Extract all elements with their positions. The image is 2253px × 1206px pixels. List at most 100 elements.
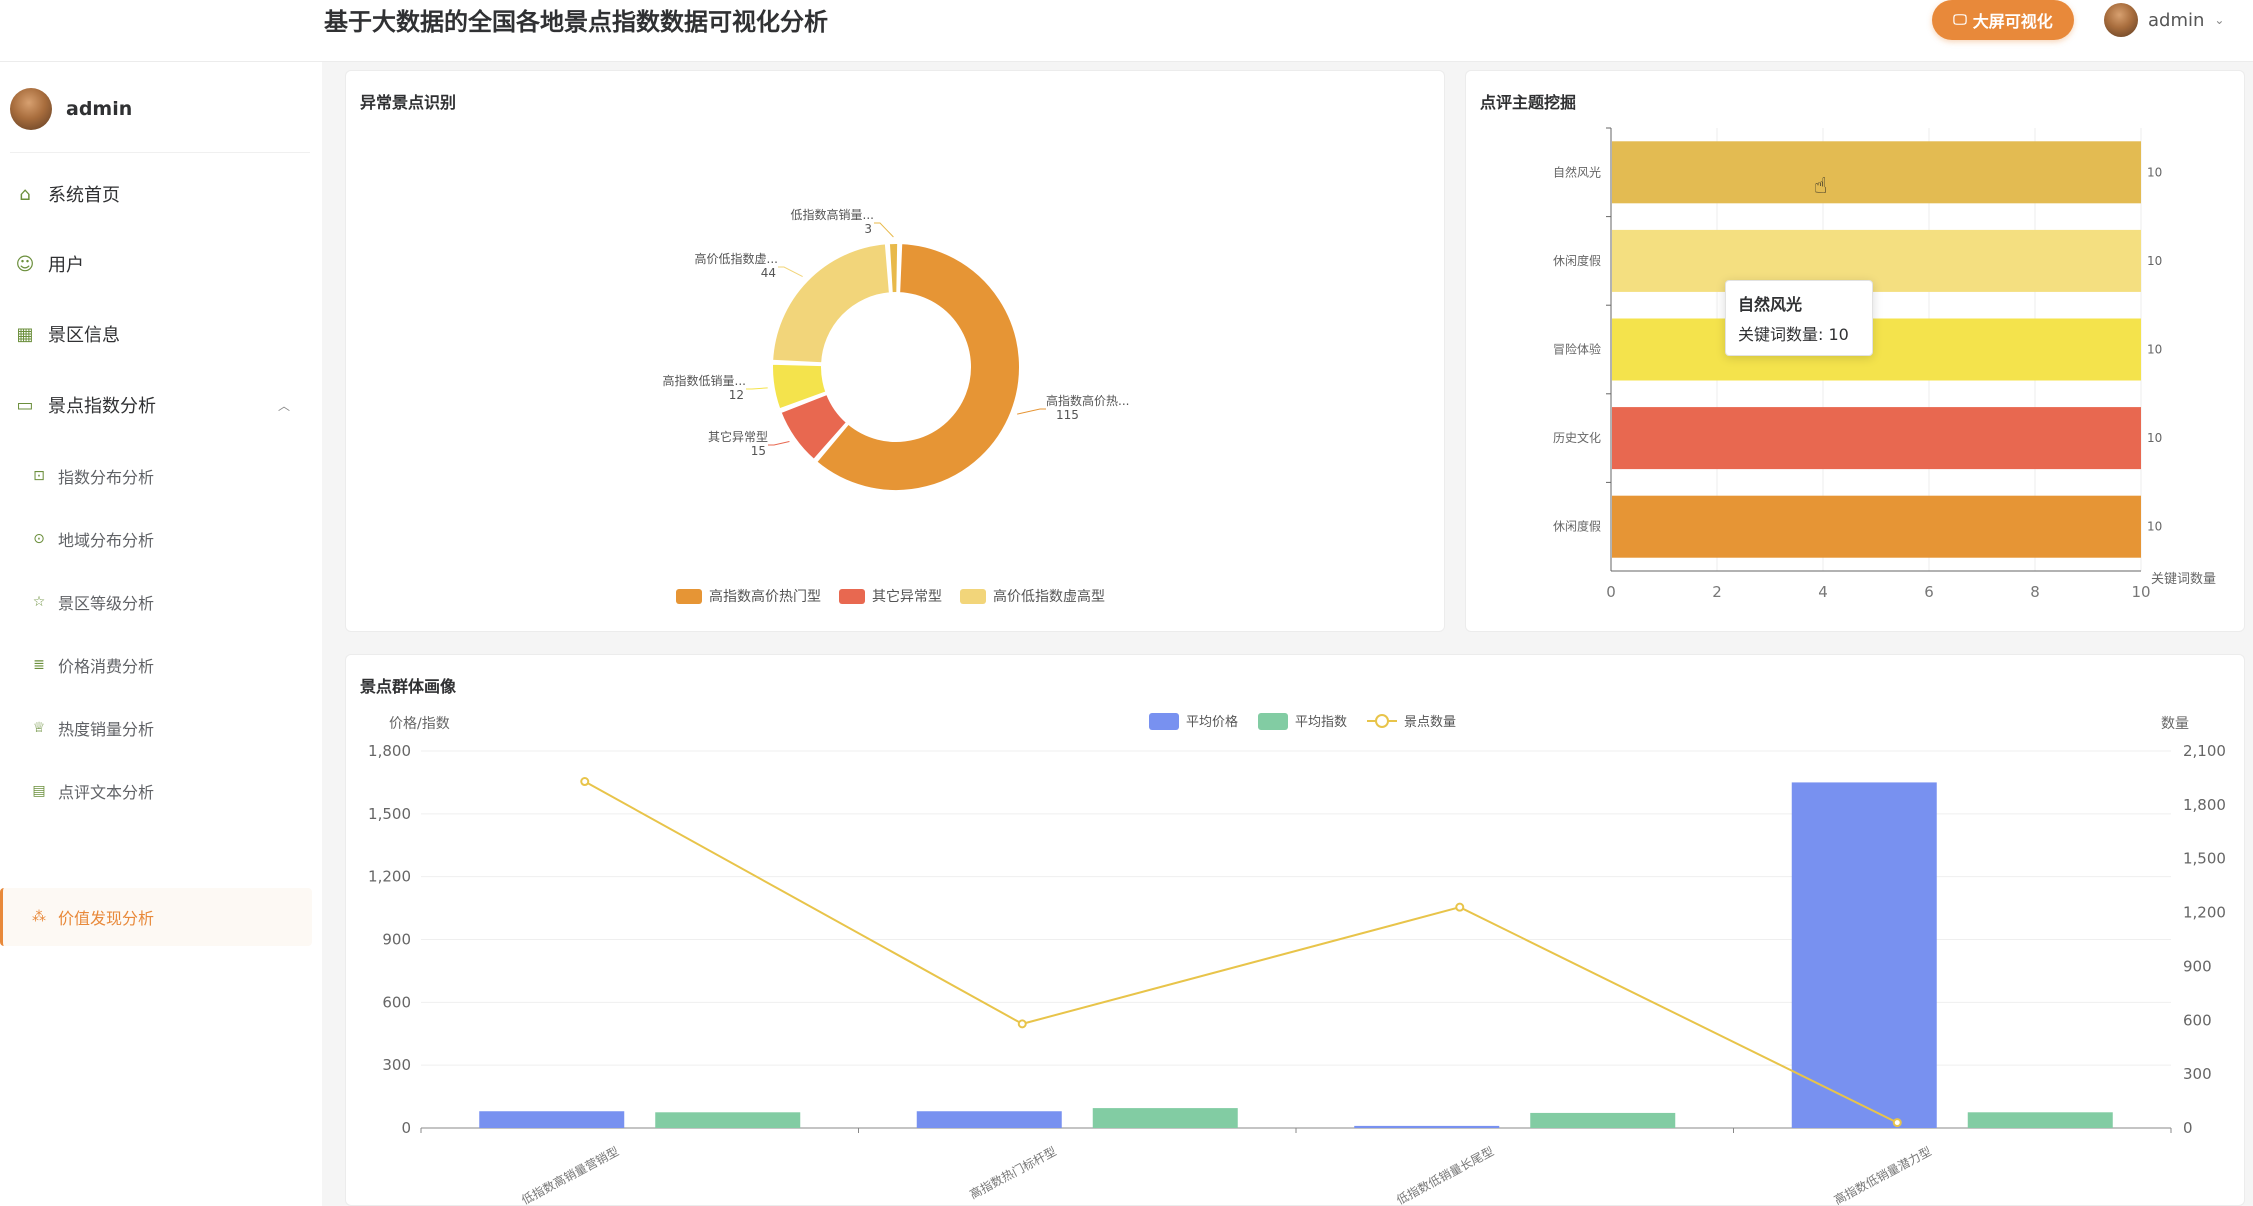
line-point (1017, 1019, 1027, 1029)
slice-label: 其它异常型 (708, 429, 768, 444)
y-right-tick-label: 1,800 (2183, 796, 2226, 814)
coins-icon: ≣ (33, 657, 45, 673)
series-bar (916, 1111, 1062, 1128)
y-tick-label: 冒险体验 (1553, 342, 1601, 357)
avatar (10, 88, 52, 130)
y-left-tick-label: 1,800 (368, 742, 411, 760)
donut-chart: 高指数高价热...115其它异常型15高指数低销量...12高价低指数虚...4… (663, 207, 1130, 605)
anomaly-panel: 异常景点识别 高指数高价热... 115 其它异常型 15 高指数低销量... 12 高价低… (345, 70, 1445, 632)
line-point (1892, 1118, 1902, 1128)
legend-swatch (839, 589, 865, 604)
sidebar-subitem-label: 价值发现分析 (58, 909, 155, 928)
star-icon: ☆ (32, 594, 46, 610)
donut-slice (771, 242, 892, 365)
grid-icon: ▦ (16, 323, 34, 345)
label-leader-line (1017, 408, 1046, 415)
y-left-tick-label: 1,200 (368, 868, 411, 886)
sidebar-item-label: 用户 (48, 255, 84, 276)
sidebar-subitem-level-analysis[interactable]: ☆ 景区等级分析 (0, 573, 312, 631)
x-tick-label: 高指数低销量潜力型 (1831, 1143, 1933, 1206)
avatar (2104, 3, 2138, 37)
slice-value: 44 (761, 266, 776, 280)
y-right-tick-label: 900 (2183, 957, 2212, 975)
tooltip-value: 关键词数量: 10 (1738, 325, 1849, 344)
sidebar-item-label: 景点指数分析 (48, 396, 156, 417)
legend-label: 平均价格 (1186, 714, 1238, 730)
legend-label: 高指数高价热门型 (709, 588, 821, 605)
big-screen-button[interactable]: 🖵 大屏可视化 (1932, 0, 2074, 40)
x-tick-label: 低指数低销量长尾型 (1394, 1143, 1496, 1206)
sidebar-subitem-label: 地域分布分析 (58, 531, 155, 550)
sidebar-subitem-heat-sales[interactable]: ♕ 热度销量分析 (0, 699, 312, 757)
sidebar-subitem-label: 点评文本分析 (58, 783, 155, 802)
sidebar-subitem-review-text[interactable]: ▤ 点评文本分析 (0, 762, 312, 820)
topic-bar (1612, 318, 2141, 381)
chevron-down-icon: ⌄ (2214, 13, 2225, 27)
y-right-tick-label: 1,500 (2183, 850, 2226, 868)
y-right-tick-label: 1,200 (2183, 904, 2226, 922)
user-menu[interactable]: admin ⌄ (2104, 0, 2224, 40)
series-bar (1530, 1112, 1676, 1128)
slice-label: 高指数高价热... (1046, 393, 1129, 408)
series-bar (1354, 1125, 1500, 1128)
series-bar (1791, 782, 1937, 1128)
y-tick-label: 自然风光 (1553, 164, 1601, 179)
divider (10, 152, 310, 153)
slice-value: 3 (864, 222, 872, 236)
y-right-axis-label: 数量 (2161, 716, 2189, 732)
bar-value-label: 10 (2147, 165, 2162, 179)
chart-icon: ⊡ (33, 468, 45, 484)
series-bar (479, 1111, 625, 1128)
line-point (580, 777, 590, 787)
chevron-up-icon: ︿ (277, 398, 290, 413)
sparkle-icon: ⁂ (32, 909, 46, 925)
cursor-hand-icon: ☝ (1814, 174, 1828, 199)
legend-marker (1375, 714, 1389, 728)
sidebar-item-index-analysis[interactable]: ▭ 景点指数分析 ︿ (0, 375, 322, 435)
legend-swatch (676, 589, 702, 604)
count-line (584, 780, 1898, 1124)
sidebar-item-home[interactable]: ⌂ 系统首页 (0, 164, 322, 224)
user-name: admin (2148, 9, 2205, 31)
trophy-icon: ♕ (32, 720, 46, 736)
x-tick-label: 6 (1924, 583, 1934, 601)
sidebar-item-label: 系统首页 (48, 185, 120, 206)
sidebar-item-users[interactable]: ☺ 用户 (0, 234, 322, 294)
legend-label: 平均指数 (1295, 715, 1347, 730)
bar-value-label: 10 (2147, 520, 2162, 534)
x-tick-label: 低指数高销量营销型 (519, 1143, 621, 1206)
legend-label: 景点数量 (1404, 715, 1456, 730)
y-left-tick-label: 300 (382, 1056, 411, 1074)
topic-bar (1612, 141, 2141, 204)
y-right-tick-label: 0 (2183, 1119, 2193, 1137)
slice-label: 高价低指数虚... (695, 251, 778, 266)
sidebar-item-scenic-info[interactable]: ▦ 景区信息 (0, 304, 322, 364)
topic-bar (1612, 229, 2141, 292)
sidebar-subitem-value-discovery[interactable]: ⁂ 价值发现分析 (0, 888, 312, 946)
folder-icon: ▭ (16, 394, 34, 416)
y-tick-label: 休闲度假 (1553, 253, 1601, 268)
sidebar: admin ⌂ 系统首页 ☺ 用户 ▦ 景区信息 ▭ 景点指数分析 ︿ ⊡ 指数… (0, 62, 322, 1206)
slice-value: 15 (751, 444, 766, 458)
topic-bar (1612, 495, 2141, 558)
x-tick-label: 2 (1712, 583, 1722, 601)
sidebar-subitem-index-distribution[interactable]: ⊡ 指数分布分析 (0, 447, 312, 505)
user-icon: ☺ (15, 253, 35, 275)
location-icon: ⊙ (33, 531, 45, 547)
y-right-tick-label: 300 (2183, 1065, 2212, 1083)
y-left-tick-label: 600 (382, 993, 411, 1011)
group-combo-chart: 1,800 1,500 1,200 900 600 300 0 2,100 1,800 1,500… (368, 713, 2226, 1206)
sidebar-user-name: admin (66, 98, 133, 120)
sidebar-subitem-price-analysis[interactable]: ≣ 价格消费分析 (0, 636, 312, 694)
sidebar-subitem-label: 景区等级分析 (58, 594, 155, 613)
home-icon: ⌂ (19, 183, 31, 205)
line-point (1455, 902, 1465, 912)
sidebar-subitem-region-distribution[interactable]: ⊙ 地域分布分析 (0, 510, 312, 568)
y-right-tick-label: 600 (2183, 1011, 2212, 1029)
monitor-icon: 🖵 (1953, 12, 1967, 28)
y-left-axis-label: 价格/指数 (389, 716, 450, 732)
slice-label: 低指数高销量... (791, 207, 874, 222)
x-tick-label: 0 (1606, 583, 1616, 601)
y-left-tick-label: 0 (401, 1119, 411, 1137)
legend-label: 其它异常型 (872, 588, 942, 605)
